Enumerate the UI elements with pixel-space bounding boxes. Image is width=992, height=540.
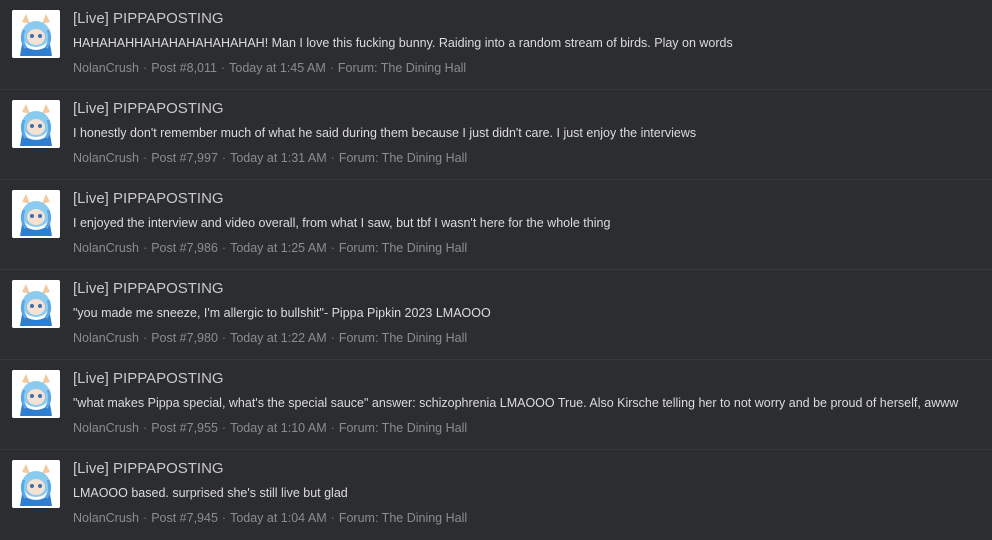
meta-separator: · bbox=[143, 421, 148, 435]
post-number-link[interactable]: Post #7,955 bbox=[151, 421, 218, 435]
avatar[interactable] bbox=[12, 370, 60, 418]
post-snippet: HAHAHAHHAHAHAHAHAHAHAH! Man I love this … bbox=[73, 36, 733, 50]
post-time: Today at 1:04 AM bbox=[230, 511, 327, 525]
thread-title-link[interactable]: [Live] PIPPAPOSTING bbox=[73, 280, 224, 297]
avatar[interactable] bbox=[12, 100, 60, 148]
meta-separator: · bbox=[330, 511, 335, 525]
meta-separator: · bbox=[143, 331, 148, 345]
avatar-image-icon bbox=[12, 10, 60, 58]
avatar-image-icon bbox=[12, 460, 60, 508]
avatar[interactable] bbox=[12, 10, 60, 58]
meta-separator: · bbox=[143, 241, 148, 255]
author-link[interactable]: NolanCrush bbox=[73, 511, 139, 525]
forum-link[interactable]: Forum: The Dining Hall bbox=[339, 331, 467, 345]
post-number-link[interactable]: Post #7,945 bbox=[151, 511, 218, 525]
post-snippet: LMAOOO based. surprised she's still live… bbox=[73, 486, 348, 500]
meta-separator: · bbox=[143, 511, 148, 525]
post-meta: NolanCrush · Post #8,011 · Today at 1:45 AM ·… bbox=[73, 61, 466, 75]
post-snippet: I honestly don't remember much of what h… bbox=[73, 126, 697, 140]
avatar-image-icon bbox=[12, 100, 60, 148]
post-number-link[interactable]: Post #7,997 bbox=[151, 151, 218, 165]
thread-title-link[interactable]: [Live] PIPPAPOSTING bbox=[73, 190, 224, 207]
meta-separator: · bbox=[330, 331, 335, 345]
author-link[interactable]: NolanCrush bbox=[73, 331, 139, 345]
author-link[interactable]: NolanCrush bbox=[73, 421, 139, 435]
meta-separator: · bbox=[221, 331, 227, 345]
forum-link[interactable]: Forum: The Dining Hall bbox=[339, 511, 467, 525]
post-result: [Live] PIPPAPOSTING I honestly don't rem… bbox=[0, 90, 992, 180]
post-result: [Live] PIPPAPOSTING I enjoyed the interv… bbox=[0, 180, 992, 270]
meta-separator: · bbox=[220, 61, 226, 75]
post-time: Today at 1:25 AM bbox=[230, 241, 327, 255]
avatar[interactable] bbox=[12, 280, 60, 328]
post-snippet: I enjoyed the interview and video overal… bbox=[73, 216, 611, 230]
post-time: Today at 1:45 AM bbox=[229, 61, 326, 75]
meta-separator: · bbox=[330, 241, 335, 255]
avatar-image-icon bbox=[12, 370, 60, 418]
post-meta: NolanCrush · Post #7,986 · Today at 1:25 AM ·… bbox=[73, 241, 467, 255]
post-result: [Live] PIPPAPOSTING "you made me sneeze,… bbox=[0, 270, 992, 360]
post-result: [Live] PIPPAPOSTING LMAOOO based. surpri… bbox=[0, 450, 992, 540]
meta-separator: · bbox=[143, 61, 148, 75]
search-results-list: [Live] PIPPAPOSTING HAHAHAHHAHAHAHAHAHAH… bbox=[0, 0, 992, 540]
post-snippet: "what makes Pippa special, what's the sp… bbox=[73, 396, 959, 410]
forum-link[interactable]: Forum: The Dining Hall bbox=[339, 151, 467, 165]
meta-separator: · bbox=[221, 241, 227, 255]
meta-separator: · bbox=[143, 151, 148, 165]
post-number-link[interactable]: Post #7,986 bbox=[151, 241, 218, 255]
forum-link[interactable]: Forum: The Dining Hall bbox=[339, 241, 467, 255]
author-link[interactable]: NolanCrush bbox=[73, 61, 139, 75]
avatar[interactable] bbox=[12, 190, 60, 238]
author-link[interactable]: NolanCrush bbox=[73, 151, 139, 165]
author-link[interactable]: NolanCrush bbox=[73, 241, 139, 255]
post-number-link[interactable]: Post #7,980 bbox=[151, 331, 218, 345]
avatar-image-icon bbox=[12, 280, 60, 328]
post-snippet: "you made me sneeze, I'm allergic to bul… bbox=[73, 306, 491, 320]
meta-separator: · bbox=[221, 421, 227, 435]
forum-link[interactable]: Forum: The Dining Hall bbox=[338, 61, 466, 75]
thread-title-link[interactable]: [Live] PIPPAPOSTING bbox=[73, 460, 224, 477]
post-result: [Live] PIPPAPOSTING HAHAHAHHAHAHAHAHAHAH… bbox=[0, 0, 992, 90]
meta-separator: · bbox=[221, 511, 227, 525]
post-meta: NolanCrush · Post #7,955 · Today at 1:10 AM ·… bbox=[73, 421, 467, 435]
post-meta: NolanCrush · Post #7,945 · Today at 1:04 AM ·… bbox=[73, 511, 467, 525]
post-time: Today at 1:22 AM bbox=[230, 331, 327, 345]
thread-title-link[interactable]: [Live] PIPPAPOSTING bbox=[73, 100, 224, 117]
forum-link[interactable]: Forum: The Dining Hall bbox=[339, 421, 467, 435]
post-time: Today at 1:31 AM bbox=[230, 151, 327, 165]
avatar-image-icon bbox=[12, 190, 60, 238]
avatar[interactable] bbox=[12, 460, 60, 508]
post-meta: NolanCrush · Post #7,997 · Today at 1:31 AM ·… bbox=[73, 151, 467, 165]
thread-title-link[interactable]: [Live] PIPPAPOSTING bbox=[73, 10, 224, 27]
post-time: Today at 1:10 AM bbox=[230, 421, 327, 435]
post-meta: NolanCrush · Post #7,980 · Today at 1:22 AM ·… bbox=[73, 331, 467, 345]
post-result: [Live] PIPPAPOSTING "what makes Pippa sp… bbox=[0, 360, 992, 450]
thread-title-link[interactable]: [Live] PIPPAPOSTING bbox=[73, 370, 224, 387]
meta-separator: · bbox=[330, 421, 335, 435]
meta-separator: · bbox=[330, 151, 335, 165]
post-number-link[interactable]: Post #8,011 bbox=[151, 61, 217, 75]
meta-separator: · bbox=[221, 151, 227, 165]
meta-separator: · bbox=[329, 61, 334, 75]
